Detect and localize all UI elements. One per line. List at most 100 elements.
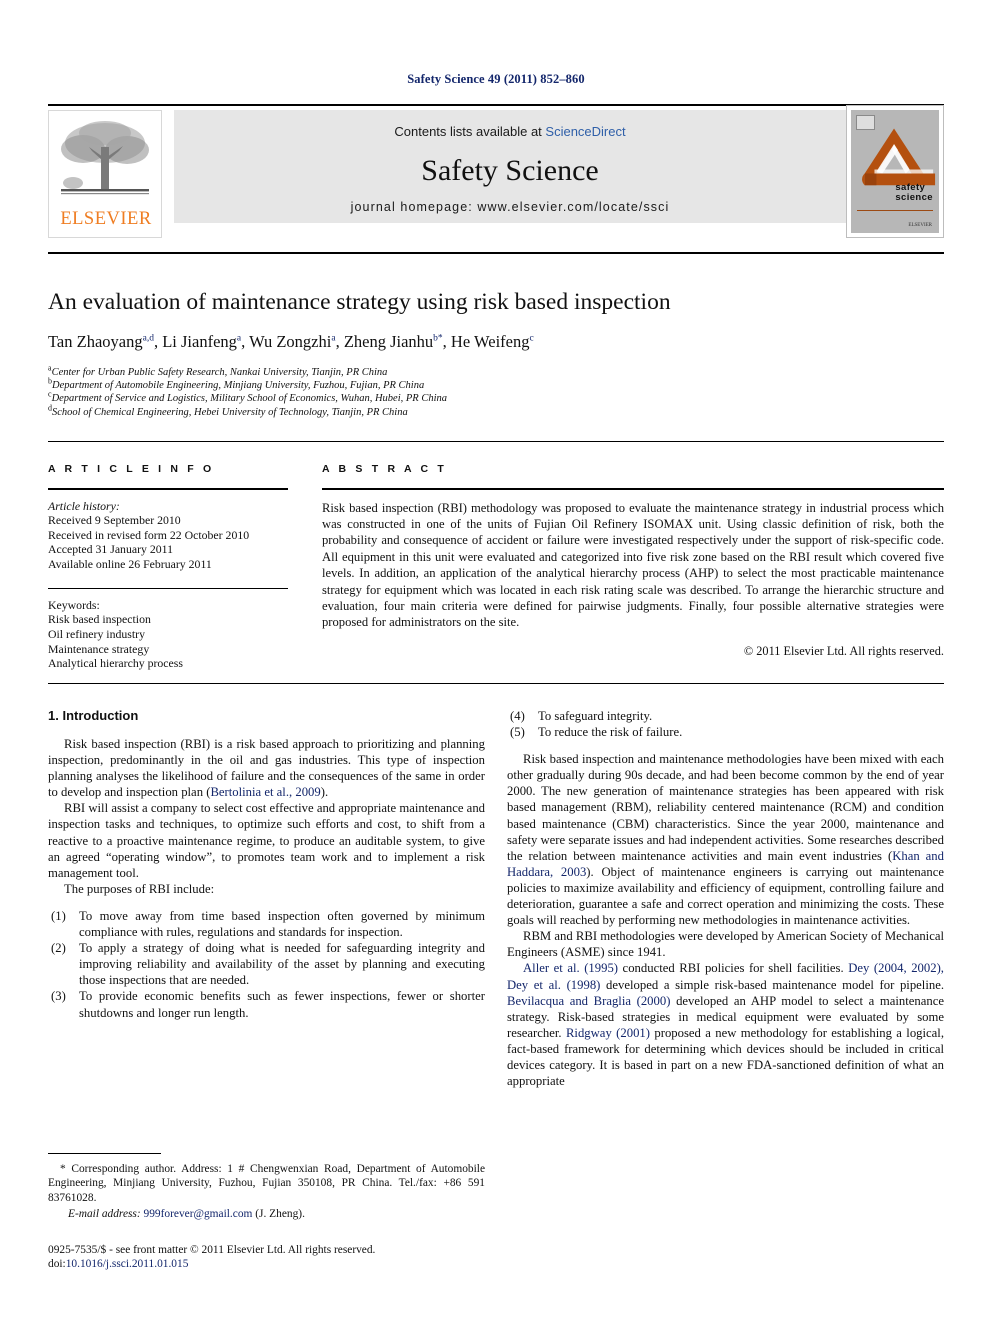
list-item-marker: (5) [510,725,525,740]
article-history: Article history: Received 9 September 20… [48,499,288,572]
journal-homepage-link[interactable]: journal homepage: www.elsevier.com/locat… [174,200,846,214]
affiliation-list: aCenter for Urban Public Safety Research… [48,364,748,419]
keyword-item: Oil refinery industry [48,627,145,642]
masthead-bottom-rule [48,252,944,254]
doi-line: doi:10.1016/j.ssci.2011.01.015 [48,1257,485,1271]
author-name: He Weifeng [450,332,530,351]
paragraph: Risk based inspection and maintenance me… [507,751,944,928]
page-title: An evaluation of maintenance strategy us… [48,289,671,315]
purposes-list-left: (1) To move away from time based inspecti… [48,908,485,1021]
author-sep: , [241,332,250,351]
history-item: Received 9 September 2010 [48,513,181,528]
citation-link[interactable]: Bertolinia et al., 2009 [210,785,320,799]
list-item: (2) To apply a strategy of doing what is … [48,940,485,988]
purposes-list-right: (4) To safeguard integrity. (5) To reduce … [507,708,944,740]
list-item-marker: (1) [51,908,66,923]
elsevier-tree-icon [57,117,153,203]
paragraph: RBM and RBI methodologies were developed… [507,929,944,960]
elsevier-wordmark: ELSEVIER [60,209,152,229]
list-item: (5) To reduce the risk of failure. [507,724,944,740]
list-item-marker: (2) [51,941,66,956]
list-item: (1) To move away from time based inspecti… [48,908,485,940]
author-entry: Tan Zhaoyanga,d, [48,332,162,351]
journal-title: Safety Science [421,154,599,187]
section-heading-introduction: 1. Introduction [48,708,139,723]
list-item-marker: (3) [51,989,66,1004]
author-affil-mark: b* [433,333,443,344]
paragraph-text-tail: ). [320,785,329,800]
paragraph: Aller et al. (1995) conducted RBI polici… [507,960,944,1089]
contents-available-line: Contents lists available at ScienceDirec… [174,124,846,139]
email-link[interactable]: 999forever@gmail.com [144,1208,253,1220]
keyword-item: Risk based inspection [48,612,151,627]
list-item: (3) To provide economic benefits such as … [48,988,485,1020]
author-entry: He Weifengc [451,332,534,351]
author-entry: Li Jianfenga, [162,332,249,351]
footnote-rule [48,1153,161,1155]
paragraph-text: Risk based inspection and maintenance me… [507,752,944,863]
citation-link[interactable]: Bevilacqua and Braglia (2000) [507,994,670,1008]
email-label: E-mail address: [68,1207,141,1220]
list-item-text: To safeguard integrity. [538,709,653,723]
author-sep: , [153,332,163,351]
list-item-text: To reduce the risk of failure. [538,725,683,740]
doi-link[interactable]: 10.1016/j.ssci.2011.01.015 [66,1258,189,1270]
contents-prefix: Contents lists available at [394,124,546,139]
list-item: (4) To safeguard integrity. [507,708,944,724]
masthead-top-rule [48,104,944,106]
abstract-text: Risk based inspection (RBI) methodology … [322,500,944,630]
paragraph: The purposes of RBI include: [64,881,215,896]
body-column-left: 1. Introduction Risk based inspection (R… [48,708,485,1021]
list-item-text: To move away from time based inspection … [79,908,485,940]
author-affil-mark: a,d [142,333,154,344]
journal-cover-thumbnail: safety science ELSEVIER [846,105,944,238]
citation-link[interactable]: Ridgway (2001) [566,1026,650,1040]
paragraph: RBI will assist a company to select cost… [48,801,485,880]
issn-line: 0925-7535/$ - see front matter © 2011 El… [48,1244,376,1256]
article-info-heading: A R T I C L E I N F O [48,463,215,475]
article-info-panel: A R T I C L E I N F O Article history: R… [48,463,288,671]
penrose-triangle-icon [862,128,936,186]
cover-artwork: safety science ELSEVIER [851,110,939,233]
keywords-list: Keywords: Risk based inspection Oil refi… [48,598,288,671]
citation-link[interactable]: Aller et al. (1995) [523,961,618,975]
author-list: Tan Zhaoyanga,d, Li Jianfenga, Wu Zongzh… [48,331,908,353]
author-name: Zheng Jianhu [343,332,434,351]
email-owner: (J. Zheng). [255,1207,305,1220]
paragraph: Risk based inspection (RBI) is a risk ba… [48,736,485,800]
list-item-text: To apply a strategy of doing what is nee… [79,941,485,988]
affiliation-text: Department of Service and Logistics, Mil… [51,393,448,405]
article-page: Safety Science 49 (2011) 852–860 ELSEVIE… [0,0,992,1323]
running-head: Safety Science 49 (2011) 852–860 [407,72,585,86]
affiliation-text: Center for Urban Public Safety Research,… [51,367,388,378]
affiliation-item: bDepartment of Automobile Engineering, M… [48,377,748,392]
abstract-heading: A B S T R A C T [322,463,447,475]
keyword-item: Analytical hierarchy process [48,656,183,671]
history-item: Received in revised form 22 October 2010 [48,527,250,542]
sciencedirect-link[interactable]: ScienceDirect [545,124,625,139]
article-info-rule [48,488,288,490]
abstract-divider [48,683,944,684]
author-name: Li Jianfeng [162,332,237,351]
list-item-text: To provide economic benefits such as few… [79,989,485,1020]
keyword-item: Maintenance strategy [48,641,150,656]
history-item: Available online 26 February 2011 [48,556,212,571]
title-divider [48,441,944,442]
history-item: Accepted 31 January 2011 [48,542,174,557]
body-column-right: (4) To safeguard integrity. (5) To reduce … [507,708,944,1089]
affiliation-text: Department of Automobile Engineering, Mi… [52,380,425,392]
list-item-marker: (4) [510,709,525,723]
journal-masthead: ELSEVIER Contents lists available at Sci… [48,105,944,238]
cover-title: safety science [895,183,933,203]
author-name: Wu Zongzhi [249,332,332,351]
abstract-panel: A B S T R A C T Risk based inspection (R… [322,463,944,659]
journal-band: Contents lists available at ScienceDirec… [174,110,846,223]
elsevier-logo: ELSEVIER [48,110,162,238]
email-note: E-mail address: 999forever@gmail.com (J.… [48,1207,485,1221]
article-history-label: Article history: [48,498,120,513]
author-sep: , [335,332,344,351]
affiliation-item: aCenter for Urban Public Safety Research… [48,364,748,379]
corresponding-author-note: * Corresponding author. Address: 1 # Che… [48,1163,485,1204]
affiliation-text: School of Chemical Engineering, Hebei Un… [52,406,408,418]
paragraph-text: developed a simple risk-based maintenanc… [600,977,944,992]
